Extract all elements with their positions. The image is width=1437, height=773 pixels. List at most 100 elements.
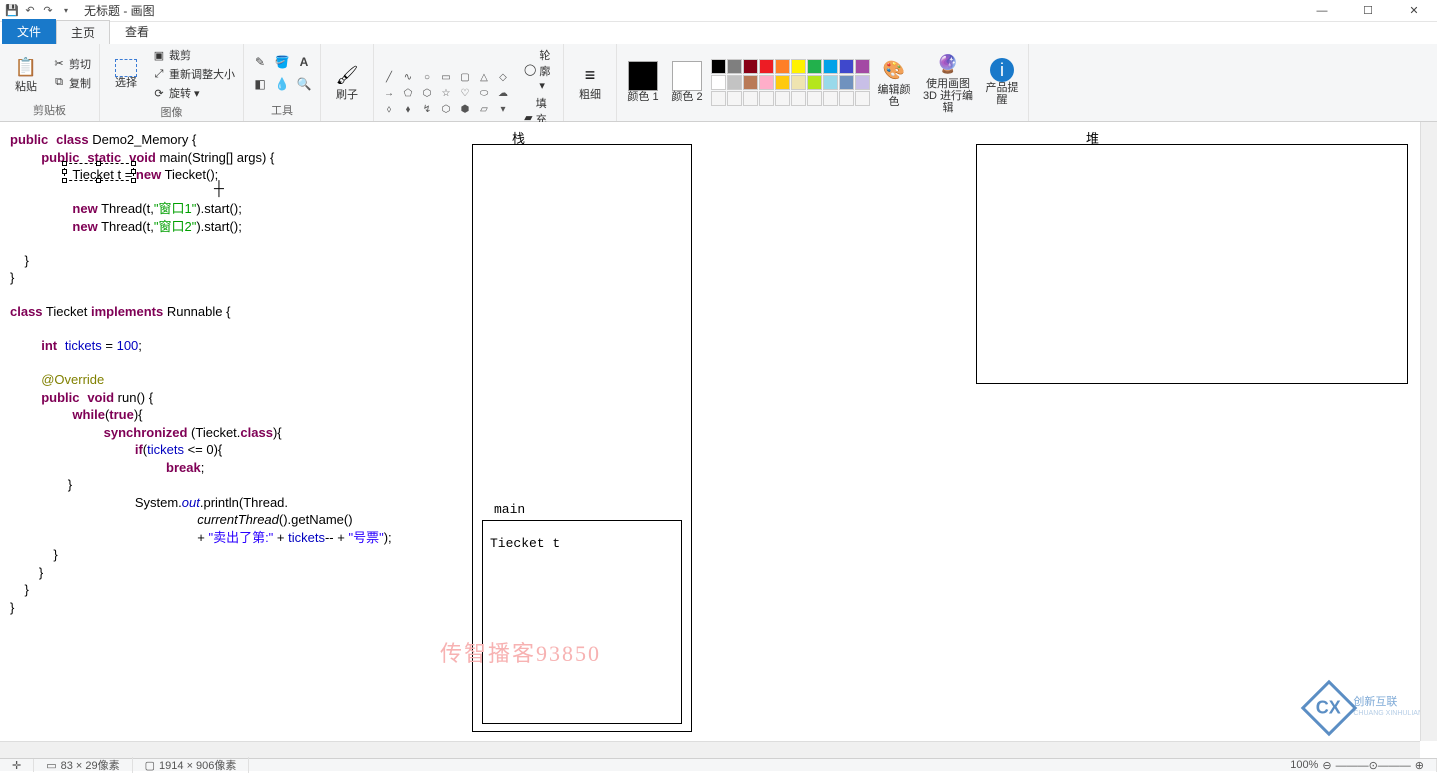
status-zoom[interactable]: 100% ⊖———⊙——— ⊕: [1278, 759, 1437, 772]
color-swatch[interactable]: [807, 59, 822, 74]
color-swatch[interactable]: [791, 75, 806, 90]
hint-button[interactable]: i 产品提醒: [982, 54, 1022, 110]
brush-icon: 🖌: [333, 61, 361, 89]
scrollbar-vertical[interactable]: [1420, 122, 1437, 741]
group-shapes: ╱∿○▭▢△◇ →⬠⬡☆♡⬭☁ ⬨⬧↯⬡⬢▱▾ ◯轮廓 ▾ ▰填充 ▾ 形状: [374, 44, 564, 121]
ribbon: 📋 粘贴 ✂剪切 ⧉复制 剪贴板 选择 ▣裁剪 ⤢重新调整大小 ⟳旋转 ▾ 图像: [0, 44, 1437, 122]
group-label: [570, 116, 610, 121]
qat-dropdown-icon[interactable]: ▾: [58, 3, 74, 19]
save-icon[interactable]: 💾: [4, 3, 20, 19]
brand-logo-icon: CX: [1301, 680, 1358, 737]
undo-icon[interactable]: ↶: [22, 3, 38, 19]
main-label: main: [494, 502, 525, 517]
color-swatch[interactable]: [775, 91, 790, 106]
color-swatch[interactable]: [759, 75, 774, 90]
rainbow-icon: 🎨: [880, 56, 908, 84]
copy-icon: ⧉: [52, 76, 66, 90]
color2-button[interactable]: 颜色 2: [667, 57, 707, 107]
color-palette[interactable]: [711, 59, 870, 106]
color-swatch[interactable]: [839, 59, 854, 74]
color-swatch[interactable]: [855, 59, 870, 74]
zoom-tool[interactable]: 🔍: [294, 74, 314, 94]
color-swatch[interactable]: [823, 59, 838, 74]
tab-home[interactable]: 主页: [56, 20, 110, 44]
color1-button[interactable]: 颜色 1: [623, 57, 663, 107]
status-bar: ✛ ▭83 × 29像素 ▢1914 × 906像素 100% ⊖———⊙———…: [0, 758, 1437, 771]
color-swatch[interactable]: [839, 91, 854, 106]
paint3d-button[interactable]: 🔮 使用画图 3D 进行编辑: [918, 46, 978, 118]
paste-icon: 📋: [12, 53, 40, 81]
brand-text: 创新互联: [1353, 696, 1423, 708]
color-swatch[interactable]: [839, 75, 854, 90]
ribbon-tabs: 文件 主页 查看: [0, 22, 1437, 44]
zoom-in-icon[interactable]: ⊕: [1415, 759, 1424, 772]
group-label: 剪贴板: [6, 100, 93, 121]
color-swatch[interactable]: [791, 59, 806, 74]
edit-colors-button[interactable]: 🎨 编辑颜色: [874, 52, 914, 112]
outline-button[interactable]: ◯轮廓 ▾: [522, 46, 557, 93]
group-brushes: 🖌 刷子: [321, 44, 374, 121]
var-text: Tiecket t: [490, 536, 560, 551]
color-swatch[interactable]: [823, 91, 838, 106]
heap-box: [976, 144, 1408, 384]
color1-swatch: [628, 61, 658, 91]
selection-rect[interactable]: [64, 163, 134, 181]
maximize-button[interactable]: ☐: [1345, 0, 1391, 22]
picker-tool[interactable]: 💧: [272, 74, 292, 94]
color-swatch[interactable]: [775, 75, 790, 90]
resize-button[interactable]: ⤢重新调整大小: [150, 65, 237, 83]
color-swatch[interactable]: [727, 75, 742, 90]
tab-file[interactable]: 文件: [2, 19, 56, 44]
title-bar: 💾 ↶ ↷ ▾ 无标题 - 画图 — ☐ ✕: [0, 0, 1437, 22]
color-swatch[interactable]: [727, 91, 742, 106]
fill-tool[interactable]: 🪣: [272, 52, 292, 72]
text-tool[interactable]: A: [294, 52, 314, 72]
color-swatch[interactable]: [775, 59, 790, 74]
crosshair-icon: ✛: [12, 759, 21, 772]
color-swatch[interactable]: [855, 75, 870, 90]
selection-icon: ▭: [46, 759, 56, 772]
group-colors: 颜色 1 颜色 2 🎨 编辑颜色 🔮 使用画图 3D 进行编辑 i 产品提醒 颜…: [617, 44, 1029, 121]
zoom-out-icon[interactable]: ⊖: [1322, 759, 1331, 772]
watermark-text: 传智播客93850: [440, 636, 601, 668]
color-swatch[interactable]: [855, 91, 870, 106]
select-button[interactable]: 选择: [106, 55, 146, 93]
color-swatch[interactable]: [743, 59, 758, 74]
crop-icon: ▣: [152, 48, 166, 62]
color-swatch[interactable]: [823, 75, 838, 90]
pencil-tool[interactable]: ✎: [250, 52, 270, 72]
color-swatch[interactable]: [711, 59, 726, 74]
color-swatch[interactable]: [727, 59, 742, 74]
close-button[interactable]: ✕: [1391, 0, 1437, 22]
outline-icon: ◯: [524, 63, 536, 77]
color-swatch[interactable]: [743, 91, 758, 106]
paste-button[interactable]: 📋 粘贴: [6, 49, 46, 97]
cut-icon: ✂: [52, 57, 66, 71]
crop-button[interactable]: ▣裁剪: [150, 46, 237, 64]
group-label: 工具: [250, 100, 314, 121]
color2-swatch: [672, 61, 702, 91]
color-swatch[interactable]: [743, 75, 758, 90]
color-swatch[interactable]: [807, 75, 822, 90]
shape-gallery[interactable]: ╱∿○▭▢△◇ →⬠⬡☆♡⬭☁ ⬨⬧↯⬡⬢▱▾: [380, 70, 512, 117]
brush-button[interactable]: 🖌 刷子: [327, 57, 367, 105]
rotate-button[interactable]: ⟳旋转 ▾: [150, 84, 237, 102]
canvas[interactable]: public class Demo2_Memory { public stati…: [4, 122, 1421, 738]
dimensions-icon: ▢: [145, 759, 155, 772]
color-swatch[interactable]: [759, 59, 774, 74]
cut-button[interactable]: ✂剪切: [50, 55, 93, 73]
eraser-tool[interactable]: ◧: [250, 74, 270, 94]
group-image: 选择 ▣裁剪 ⤢重新调整大小 ⟳旋转 ▾ 图像: [100, 44, 244, 121]
size-button[interactable]: ≡ 粗细: [570, 57, 610, 105]
color-swatch[interactable]: [711, 75, 726, 90]
color-swatch[interactable]: [791, 91, 806, 106]
scrollbar-horizontal[interactable]: [0, 741, 1420, 758]
redo-icon[interactable]: ↷: [40, 3, 56, 19]
color-swatch[interactable]: [807, 91, 822, 106]
tab-view[interactable]: 查看: [110, 19, 164, 44]
code-block: public class Demo2_Memory { public stati…: [10, 132, 392, 617]
copy-button[interactable]: ⧉复制: [50, 74, 93, 92]
color-swatch[interactable]: [759, 91, 774, 106]
minimize-button[interactable]: —: [1299, 0, 1345, 22]
color-swatch[interactable]: [711, 91, 726, 106]
